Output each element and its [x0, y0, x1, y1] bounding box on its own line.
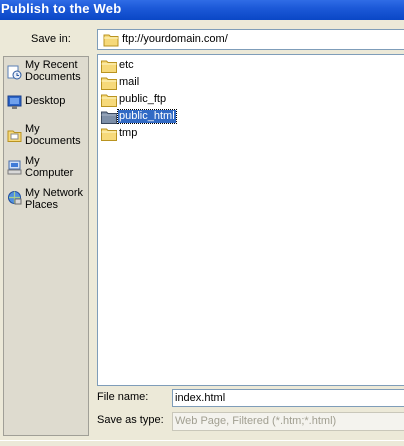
place-recent-documents[interactable]: My Recent Documents: [6, 59, 88, 89]
folder-icon: [101, 128, 117, 141]
save-as-type-dropdown[interactable]: Web Page, Filtered (*.htm;*.html): [172, 412, 404, 431]
publish-dialog: Publish to the Web Save in: ftp://yourdo…: [0, 0, 404, 446]
place-my-documents[interactable]: My Documents: [6, 123, 88, 153]
place-label: My Network Places: [25, 187, 84, 211]
folder-icon: [101, 77, 117, 90]
place-label: Desktop: [25, 95, 66, 107]
file-name-label: File name:: [97, 391, 149, 403]
recent-documents-icon: [7, 65, 22, 80]
place-label: My Documents: [25, 123, 81, 147]
save-as-type-value: Web Page, Filtered (*.htm;*.html): [175, 415, 337, 427]
places-bar: My Recent Documents Desktop My Documents: [3, 56, 89, 436]
folder-name: tmp: [119, 127, 138, 139]
dialog-bottom-edge: [0, 440, 404, 446]
place-label: My Recent Documents: [25, 59, 81, 83]
file-name-field[interactable]: index.html: [172, 389, 404, 407]
list-item-folder[interactable]: public_ftp: [100, 92, 220, 108]
title-bar[interactable]: Publish to the Web: [0, 0, 404, 20]
folder-name: mail: [119, 76, 140, 88]
list-item-folder[interactable]: mail: [100, 75, 220, 91]
place-label: My Computer: [25, 155, 74, 179]
place-desktop[interactable]: Desktop: [6, 95, 88, 113]
folder-icon: [101, 111, 117, 124]
list-item-folder[interactable]: tmp: [100, 126, 220, 142]
list-item-folder-selected[interactable]: public_html: [100, 109, 220, 125]
list-item-folder[interactable]: etc: [100, 58, 220, 74]
my-documents-icon: [7, 130, 22, 142]
desktop-icon: [7, 95, 22, 109]
folder-icon: [101, 60, 117, 73]
dialog-title: Publish to the Web: [1, 1, 122, 16]
folder-name: public_ftp: [119, 93, 167, 105]
save-in-value: ftp://yourdomain.com/: [122, 33, 228, 45]
save-in-label: Save in:: [31, 33, 71, 45]
folder-icon: [101, 94, 117, 107]
network-places-icon: [8, 191, 22, 205]
save-in-dropdown[interactable]: ftp://yourdomain.com/: [97, 29, 404, 50]
folder-name: public_html: [117, 109, 177, 124]
file-name-value: index.html: [175, 392, 226, 404]
my-computer-icon: [7, 160, 22, 175]
place-my-computer[interactable]: My Computer: [6, 155, 88, 185]
file-list[interactable]: etc mail public_ftp public_html tmp: [97, 54, 404, 386]
folder-name: etc: [119, 59, 134, 71]
folder-icon: [103, 34, 119, 47]
save-as-type-label: Save as type:: [97, 414, 164, 426]
place-my-network[interactable]: My Network Places: [6, 187, 88, 217]
